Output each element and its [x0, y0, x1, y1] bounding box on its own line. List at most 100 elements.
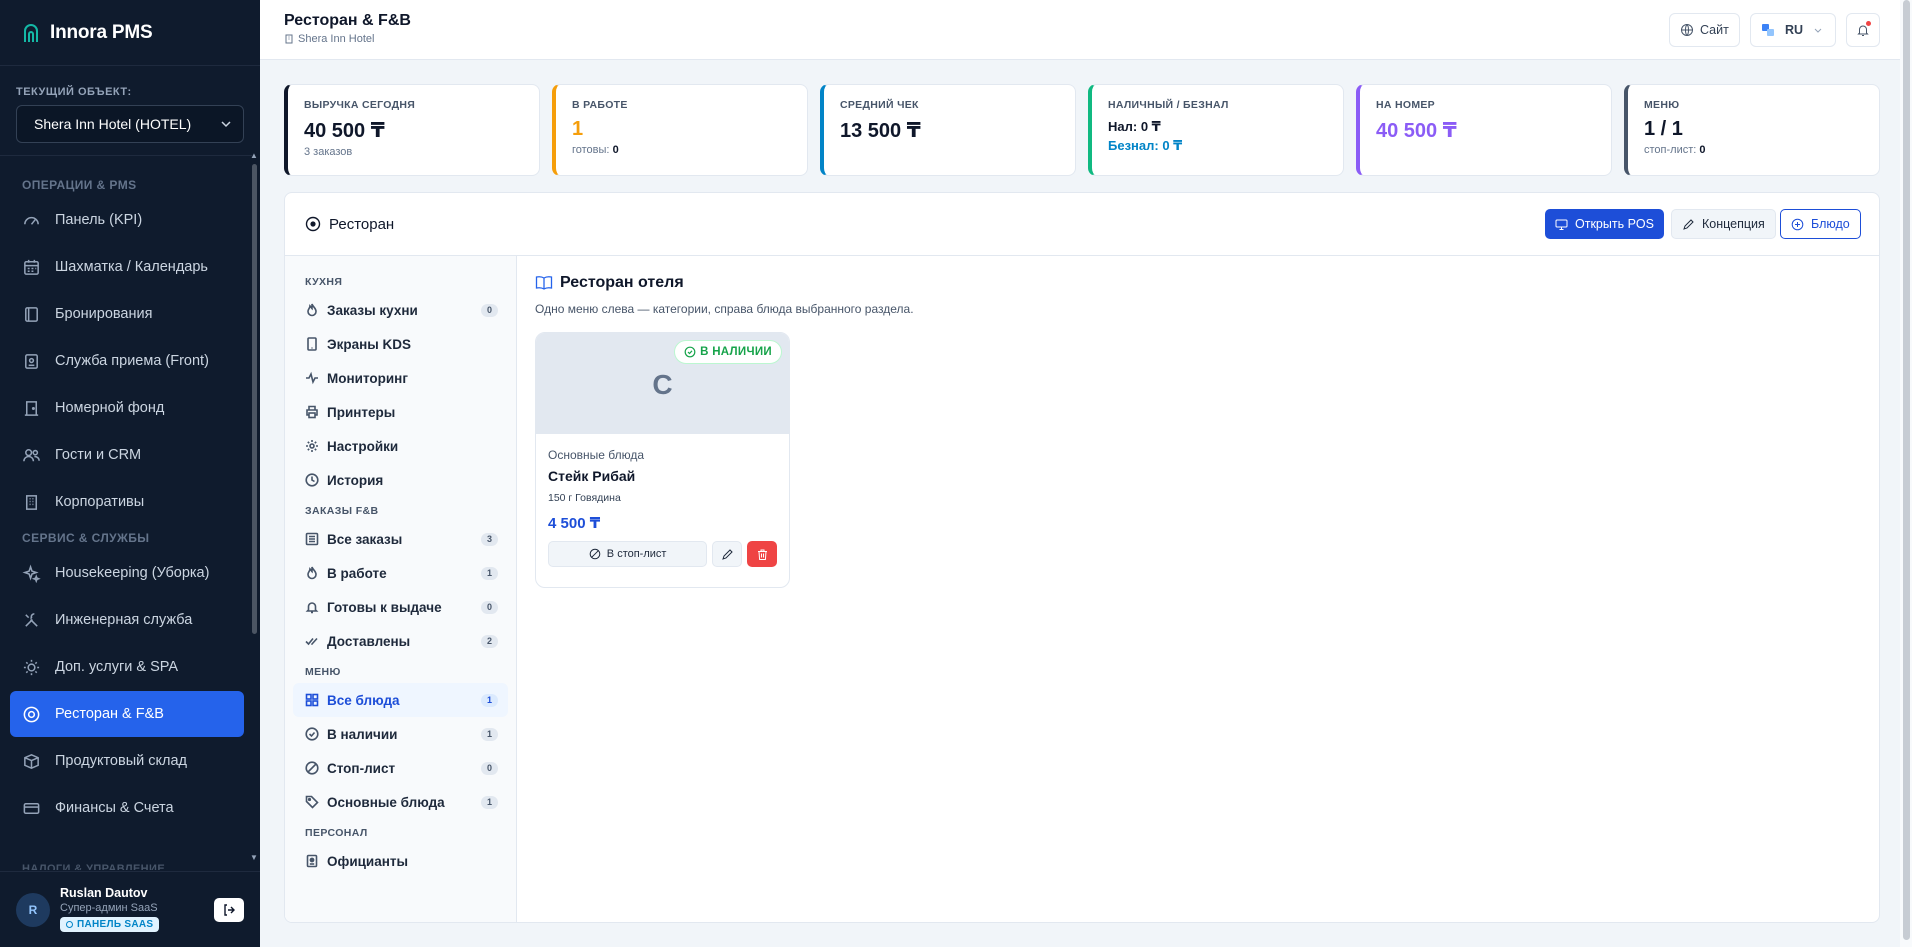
object-select[interactable]: Shera Inn Hotel (HOTEL): [16, 105, 244, 143]
dish-category: Основные блюда: [548, 448, 645, 462]
list-icon: [305, 532, 319, 546]
menu-item-history[interactable]: История: [293, 463, 508, 497]
grid-icon: [305, 693, 319, 707]
menu-item-monitoring[interactable]: Мониторинг: [293, 361, 508, 395]
book-icon: [25, 306, 38, 322]
menu-item-printers[interactable]: Принтеры: [293, 395, 508, 429]
fire-icon: [307, 566, 317, 580]
ban-icon: [589, 548, 601, 560]
sidebar-item-label: Продуктовый склад: [55, 753, 187, 769]
menu-item-kitchen-orders[interactable]: Заказы кухни 0: [293, 293, 508, 327]
edit-dish-button[interactable]: [712, 541, 743, 567]
menu-item-all-dishes[interactable]: Все блюда 1: [293, 683, 508, 717]
page-title: Ресторан & F&B: [284, 12, 411, 29]
stop-list-button[interactable]: В стоп-лист: [548, 541, 708, 567]
sidebar-nav: ОПЕРАЦИИ & PMS Панель (KPI) Шахматка / К…: [10, 172, 244, 832]
avatar[interactable]: R: [16, 892, 50, 927]
stat-sub: готовы: 0: [572, 144, 791, 156]
menu-item-label: В наличии: [327, 726, 398, 742]
chevron-down-icon: [1814, 28, 1822, 33]
concept-button[interactable]: Концепция: [1671, 209, 1776, 239]
menu-item-all-orders[interactable]: Все заказы 3: [293, 522, 508, 556]
sidebar-item-guests[interactable]: Гости и CRM: [10, 432, 244, 478]
sidebar-divider: [0, 155, 252, 156]
dish-body: Основные блюда Стейк Рибай 150 г Говядин…: [536, 434, 789, 581]
open-pos-button[interactable]: Открыть POS: [1545, 209, 1664, 239]
sidebar-item-front[interactable]: Служба приема (Front): [10, 338, 244, 384]
stat-label: НАЛИЧНЫЙ / БЕЗНАЛ: [1108, 99, 1229, 111]
sidebar-item-label: Служба приема (Front): [55, 353, 209, 369]
scroll-down-icon[interactable]: ▼: [250, 854, 258, 862]
check-circle-icon: [305, 727, 319, 741]
menu-item-waiters[interactable]: Официанты: [293, 844, 508, 878]
page-subtitle: Shera Inn Hotel: [284, 33, 374, 45]
menu-item-in-progress[interactable]: В работе 1: [293, 556, 508, 590]
plus-circle-icon: [1791, 218, 1804, 230]
stats-row: ВЫРУЧКА СЕГОДНЯ 40 500 ₸ 3 заказов В РАБ…: [284, 84, 1880, 176]
dish-card[interactable]: С В НАЛИЧИИ Основные блюда Стейк Рибай 1…: [535, 332, 790, 588]
hotel-name: Shera Inn Hotel: [298, 33, 375, 45]
restaurant-panel: Ресторан Открыть POS Концепция Блюдо КУХ…: [284, 192, 1880, 923]
menu-item-ready[interactable]: Готовы к выдаче 0: [293, 590, 508, 624]
menu-item-kds-screens[interactable]: Экраны KDS: [293, 327, 508, 361]
availability-label: В НАЛИЧИИ: [700, 346, 772, 358]
logout-button[interactable]: [214, 897, 244, 922]
saas-panel-badge[interactable]: ПАНЕЛЬ SAAS: [60, 917, 160, 932]
menu-item-stop-list[interactable]: Стоп-лист 0: [293, 751, 508, 785]
sidebar-item-label: Инженерная служба: [55, 612, 193, 628]
app-name: Innora PMS: [50, 21, 153, 43]
menu-item-label: Доставлены: [327, 633, 411, 649]
stat-in-progress: В РАБОТЕ 1 готовы: 0: [552, 84, 808, 176]
count-badge: 1: [481, 567, 498, 580]
language-select[interactable]: RU: [1750, 13, 1836, 47]
sidebar-item-label: Финансы & Счета: [55, 800, 174, 816]
sidebar-item-spa[interactable]: Доп. услуги & SPA: [10, 644, 244, 690]
activity-icon: [306, 371, 318, 385]
menu-item-label: Настройки: [327, 438, 399, 454]
menu-item-delivered[interactable]: Доставлены 2: [293, 624, 508, 658]
sidebar-item-restaurant[interactable]: Ресторан & F&B: [10, 691, 244, 737]
sidebar-scrollbar[interactable]: ▲ ▼: [250, 152, 258, 862]
fire-icon: [307, 303, 317, 317]
delete-dish-button[interactable]: [747, 541, 777, 567]
sidebar-item-engineering[interactable]: Инженерная служба: [10, 597, 244, 643]
notifications-button[interactable]: [1846, 13, 1880, 47]
stat-value: 40 500 ₸: [304, 120, 385, 142]
site-button[interactable]: Сайт: [1669, 13, 1740, 47]
scroll-up-icon[interactable]: ▲: [250, 152, 258, 160]
dish-image-placeholder: С В НАЛИЧИИ: [536, 333, 789, 434]
brand[interactable]: Innora PMS: [0, 0, 260, 66]
menu-item-label: Готовы к выдаче: [327, 599, 442, 615]
sidebar-item-kpi[interactable]: Панель (KPI): [10, 197, 244, 243]
page-scrollbar[interactable]: [1900, 0, 1912, 947]
menu-item-main-dishes[interactable]: Основные блюда 1: [293, 785, 508, 819]
stat-revenue: ВЫРУЧКА СЕГОДНЯ 40 500 ₸ 3 заказов: [284, 84, 540, 176]
user-info: Ruslan Dautov Супер-админ SaaS ПАНЕЛЬ SA…: [60, 886, 214, 933]
open-pos-label: Открыть POS: [1575, 217, 1654, 231]
sidebar-item-bookings[interactable]: Бронирования: [10, 291, 244, 337]
sidebar-item-calendar[interactable]: Шахматка / Календарь: [10, 244, 244, 290]
calendar-icon: [24, 259, 39, 275]
sidebar-item-corporate[interactable]: Корпоративы: [10, 479, 244, 525]
bell-icon: [305, 602, 319, 614]
sidebar-item-label: Номерной фонд: [55, 400, 165, 416]
page-scroll-thumb[interactable]: [1903, 0, 1910, 940]
restaurant-menu: КУХНЯ Заказы кухни 0 Экраны KDS Монитори…: [285, 256, 517, 922]
sidebar: Innora PMS ТЕКУЩИЙ ОБЪЕКТ: Shera Inn Hot…: [0, 0, 260, 947]
sidebar-scroll-thumb[interactable]: [252, 164, 257, 634]
add-dish-label: Блюдо: [1811, 217, 1850, 231]
add-dish-button[interactable]: Блюдо: [1780, 209, 1861, 239]
tools-icon: [25, 612, 38, 627]
logo-icon: [24, 23, 38, 42]
menu-item-settings[interactable]: Настройки: [293, 429, 508, 463]
stat-cash-card: НАЛИЧНЫЙ / БЕЗНАЛ Нал: 0 ₸ Безнал: 0 ₸: [1088, 84, 1344, 176]
sidebar-item-rooms[interactable]: Номерной фонд: [10, 385, 244, 431]
tag-icon: [305, 795, 319, 809]
menu-item-available[interactable]: В наличии 1: [293, 717, 508, 751]
menu-section-title: КУХНЯ: [305, 276, 343, 288]
count-badge: 1: [481, 796, 498, 809]
sidebar-item-warehouse[interactable]: Продуктовый склад: [10, 738, 244, 784]
menu-item-label: Основные блюда: [327, 794, 445, 810]
sidebar-item-housekeeping[interactable]: Housekeeping (Уборка): [10, 550, 244, 596]
sidebar-item-finance[interactable]: Финансы & Счета: [10, 785, 244, 831]
